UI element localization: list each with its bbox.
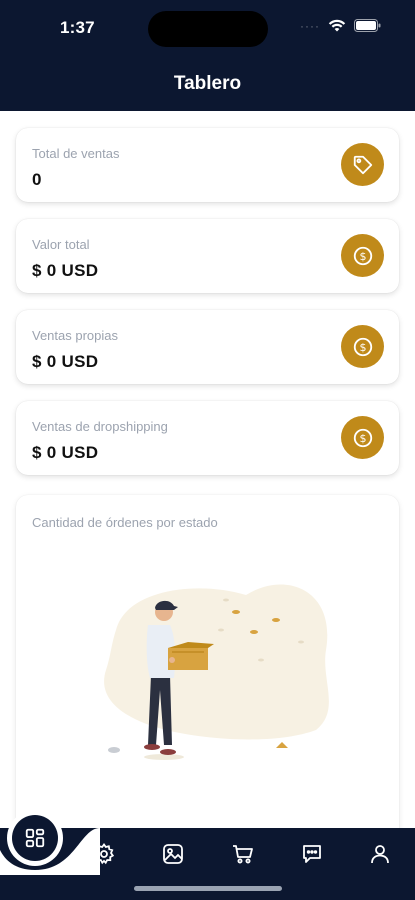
card-label: Valor total xyxy=(32,237,90,252)
app-header: 1:37 ···· Tablero xyxy=(0,0,415,111)
page-title: Tablero xyxy=(173,73,242,94)
status-time: 1:37 xyxy=(60,18,95,37)
wifi-icon xyxy=(328,19,346,32)
card-label: Total de ventas xyxy=(32,146,120,161)
battery-icon xyxy=(354,19,381,32)
card-label: Ventas propias xyxy=(32,328,119,343)
tag-icon xyxy=(341,143,384,186)
dollar-coin-icon: $ xyxy=(341,234,384,277)
svg-text:$: $ xyxy=(359,250,366,263)
cart-icon xyxy=(233,845,253,864)
dashboard-icon xyxy=(25,828,45,848)
status-indicators: ···· xyxy=(300,19,381,32)
own-sales-card[interactable]: Ventas propias $ 0 USD $ xyxy=(16,310,399,384)
dollar-coin-icon: $ xyxy=(341,416,384,459)
cart-tab-button[interactable] xyxy=(229,840,257,868)
profile-tab-button[interactable] xyxy=(366,840,394,868)
card-value: 0 xyxy=(32,170,42,189)
empty-state-illustration xyxy=(104,584,329,760)
home-indicator xyxy=(134,886,282,891)
svg-text:$: $ xyxy=(359,432,366,445)
dollar-coin-icon: $ xyxy=(341,325,384,368)
total-sales-card[interactable]: Total de ventas 0 xyxy=(16,128,399,202)
total-value-card[interactable]: Valor total $ 0 USD $ xyxy=(16,219,399,293)
gallery-tab-button[interactable] xyxy=(159,840,187,868)
dropshipping-sales-card[interactable]: Ventas de dropshipping $ 0 USD $ xyxy=(16,401,399,475)
signal-icon: ···· xyxy=(300,18,320,33)
card-label: Cantidad de órdenes por estado xyxy=(32,515,218,530)
svg-text:$: $ xyxy=(359,341,366,354)
dynamic-island xyxy=(148,11,268,47)
settings-tab-button[interactable] xyxy=(90,840,118,868)
messages-tab-button[interactable] xyxy=(298,840,326,868)
card-value: $ 0 USD xyxy=(32,261,99,280)
card-label: Ventas de dropshipping xyxy=(32,419,168,434)
card-value: $ 0 USD xyxy=(32,443,99,462)
card-value: $ 0 USD xyxy=(32,352,99,371)
gear-icon xyxy=(93,842,115,865)
chat-icon xyxy=(303,845,321,863)
user-icon xyxy=(371,845,389,864)
dashboard-tab-button[interactable] xyxy=(12,815,58,861)
image-icon xyxy=(163,844,183,864)
orders-by-status-card: Cantidad de órdenes por estado xyxy=(16,495,399,855)
